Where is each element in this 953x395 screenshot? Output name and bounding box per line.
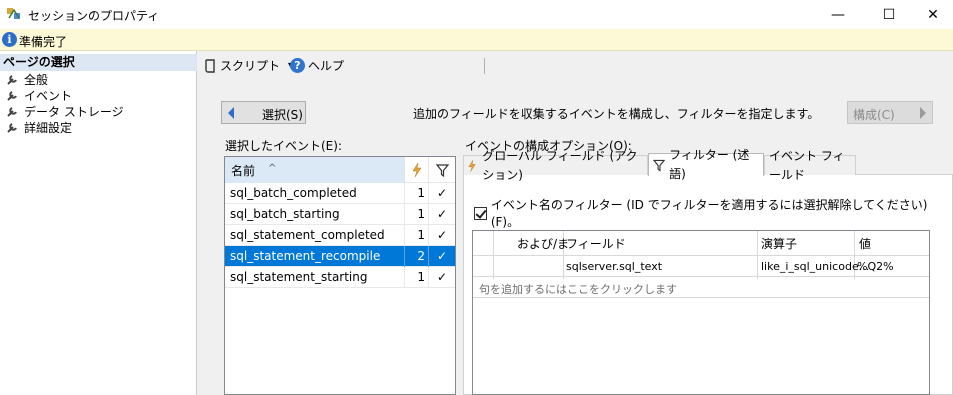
- minimize-icon: —: [831, 6, 845, 23]
- maximize-button[interactable]: ☐: [866, 0, 912, 29]
- page-item-general[interactable]: 全般: [6, 72, 48, 88]
- event-name-cell: sql_batch_starting: [230, 207, 340, 221]
- action-count-cell: 2: [404, 246, 428, 267]
- filter-icon: [435, 163, 449, 177]
- page-item-label: イベント: [24, 89, 73, 103]
- filter-value-cell[interactable]: %Q2%: [857, 260, 894, 273]
- action-count-cell: 1: [404, 183, 428, 204]
- info-icon: i: [2, 32, 17, 47]
- filter-field-cell[interactable]: sqlserver.sql_text: [566, 260, 662, 273]
- select-button-label: 選択(S): [262, 108, 303, 122]
- event-name-cell: sql_statement_starting: [230, 270, 368, 284]
- wrench-icon: [7, 123, 17, 133]
- row-divider: [473, 276, 929, 277]
- title-bar: セッションのプロパティ — ☐ ✕: [0, 0, 953, 29]
- wrench-icon: [7, 107, 17, 117]
- selected-events-label: 選択したイベント(E):: [225, 139, 342, 153]
- column-header-value[interactable]: 値: [859, 235, 871, 252]
- arrow-left-icon: [228, 107, 234, 119]
- page-item-data-storage[interactable]: データ ストレージ: [6, 104, 124, 120]
- check-icon: ✓: [428, 225, 455, 246]
- events-grid-header: 名前 ^: [225, 157, 455, 183]
- select-button[interactable]: 選択(S): [221, 101, 306, 124]
- wrench-icon: [7, 75, 17, 85]
- sort-ascending-icon: ^: [268, 163, 277, 174]
- maximize-icon: ☐: [882, 6, 896, 23]
- lightning-icon: [412, 163, 421, 177]
- help-icon: ?: [290, 58, 305, 73]
- page-selection-pane: ページの選択 全般 イベント データ ストレージ 詳細設定: [0, 51, 197, 395]
- column-header-operator[interactable]: 演算子: [761, 235, 797, 252]
- filter-by-event-name-checkbox[interactable]: イベント名のフィルター (ID でフィルターを適用するには選択解除してください)…: [474, 196, 953, 230]
- tab-filter[interactable]: フィルター (述語): [648, 148, 764, 181]
- column-header-name[interactable]: 名前 ^: [225, 157, 404, 183]
- selected-events-grid: 名前 ^ sql_batch_completed 1 ✓ sql_batch_s…: [224, 156, 456, 395]
- toolbar-separator: [484, 58, 485, 74]
- column-header-field[interactable]: フィールド: [566, 235, 626, 252]
- close-button[interactable]: ✕: [910, 0, 953, 29]
- action-count-cell: 1: [404, 204, 428, 225]
- add-clause-row[interactable]: 句を追加するにはここをクリックします: [479, 281, 677, 297]
- column-header-name-label: 名前: [231, 164, 256, 178]
- status-text: 準備完了: [19, 35, 68, 49]
- column-header-actions[interactable]: [404, 157, 428, 183]
- help-button[interactable]: ? ヘルプ: [290, 57, 344, 74]
- table-row[interactable]: sql_statement_completed 1 ✓: [225, 225, 455, 246]
- page-selection-header: ページの選択: [0, 54, 197, 71]
- row-divider: [473, 255, 929, 256]
- window-title: セッションのプロパティ: [28, 9, 160, 23]
- column-header-andor[interactable]: および/ま: [517, 235, 569, 252]
- filter-predicate-grid: および/ま フィールド 演算子 値 sqlserver.sql_text lik…: [472, 230, 930, 395]
- event-name-cell: sql_statement_recompile: [230, 249, 381, 263]
- filter-operator-cell[interactable]: like_i_sql_unicode...: [761, 260, 869, 273]
- page-item-events[interactable]: イベント: [6, 88, 72, 104]
- minimize-button[interactable]: —: [815, 0, 861, 29]
- check-icon: ✓: [428, 246, 455, 267]
- status-bar: i 準備完了: [0, 29, 953, 51]
- table-row[interactable]: sql_batch_completed 1 ✓: [225, 183, 455, 204]
- close-icon: ✕: [927, 6, 939, 23]
- toolbar: スクリプト ▾ ? ヘルプ: [198, 51, 953, 79]
- script-icon: [205, 58, 215, 73]
- tab-label: イベント フィールド: [769, 148, 845, 182]
- check-icon: ✓: [428, 204, 455, 225]
- script-button[interactable]: スクリプト ▾: [203, 57, 293, 74]
- script-label: スクリプト: [220, 59, 281, 73]
- table-row[interactable]: sql_statement_starting 1 ✓: [225, 267, 455, 288]
- page-item-label: 全般: [24, 73, 49, 87]
- tab-label: グローバル フィールド (アクション): [482, 148, 638, 182]
- page-item-label: データ ストレージ: [24, 105, 124, 119]
- event-name-cell: sql_batch_completed: [230, 186, 357, 200]
- configure-button-label: 構成(C): [853, 108, 895, 122]
- table-row[interactable]: sql_batch_starting 1 ✓: [225, 204, 455, 225]
- page-item-advanced[interactable]: 詳細設定: [6, 120, 72, 136]
- check-icon: ✓: [428, 183, 455, 204]
- row-divider: [473, 297, 929, 298]
- tab-label: フィルター (述語): [669, 148, 750, 181]
- tab-global-fields[interactable]: グローバル フィールド (アクション): [463, 149, 648, 182]
- action-count-cell: 1: [404, 225, 428, 246]
- table-row-selected[interactable]: sql_statement_recompile 2 ✓: [225, 246, 455, 267]
- filter-icon: [653, 159, 666, 172]
- filter-checkbox-label: イベント名のフィルター (ID でフィルターを適用するには選択解除してください)…: [490, 198, 928, 229]
- tab-event-fields[interactable]: イベント フィールド: [764, 149, 856, 182]
- lightning-icon: [468, 159, 476, 172]
- help-label: ヘルプ: [308, 59, 345, 73]
- page-item-label: 詳細設定: [24, 121, 73, 135]
- action-count-cell: 1: [404, 267, 428, 288]
- configure-button[interactable]: 構成(C): [847, 101, 933, 124]
- event-name-cell: sql_statement_completed: [230, 228, 385, 242]
- instruction-text: 追加のフィールドを収集するイベントを構成し、フィルターを指定します。: [413, 107, 820, 121]
- checkbox-checked-icon[interactable]: [474, 206, 487, 220]
- session-properties-icon: [7, 8, 20, 19]
- column-header-filter[interactable]: [428, 157, 455, 183]
- arrow-right-icon: [920, 107, 926, 119]
- check-icon: ✓: [428, 267, 455, 288]
- wrench-icon: [7, 91, 17, 101]
